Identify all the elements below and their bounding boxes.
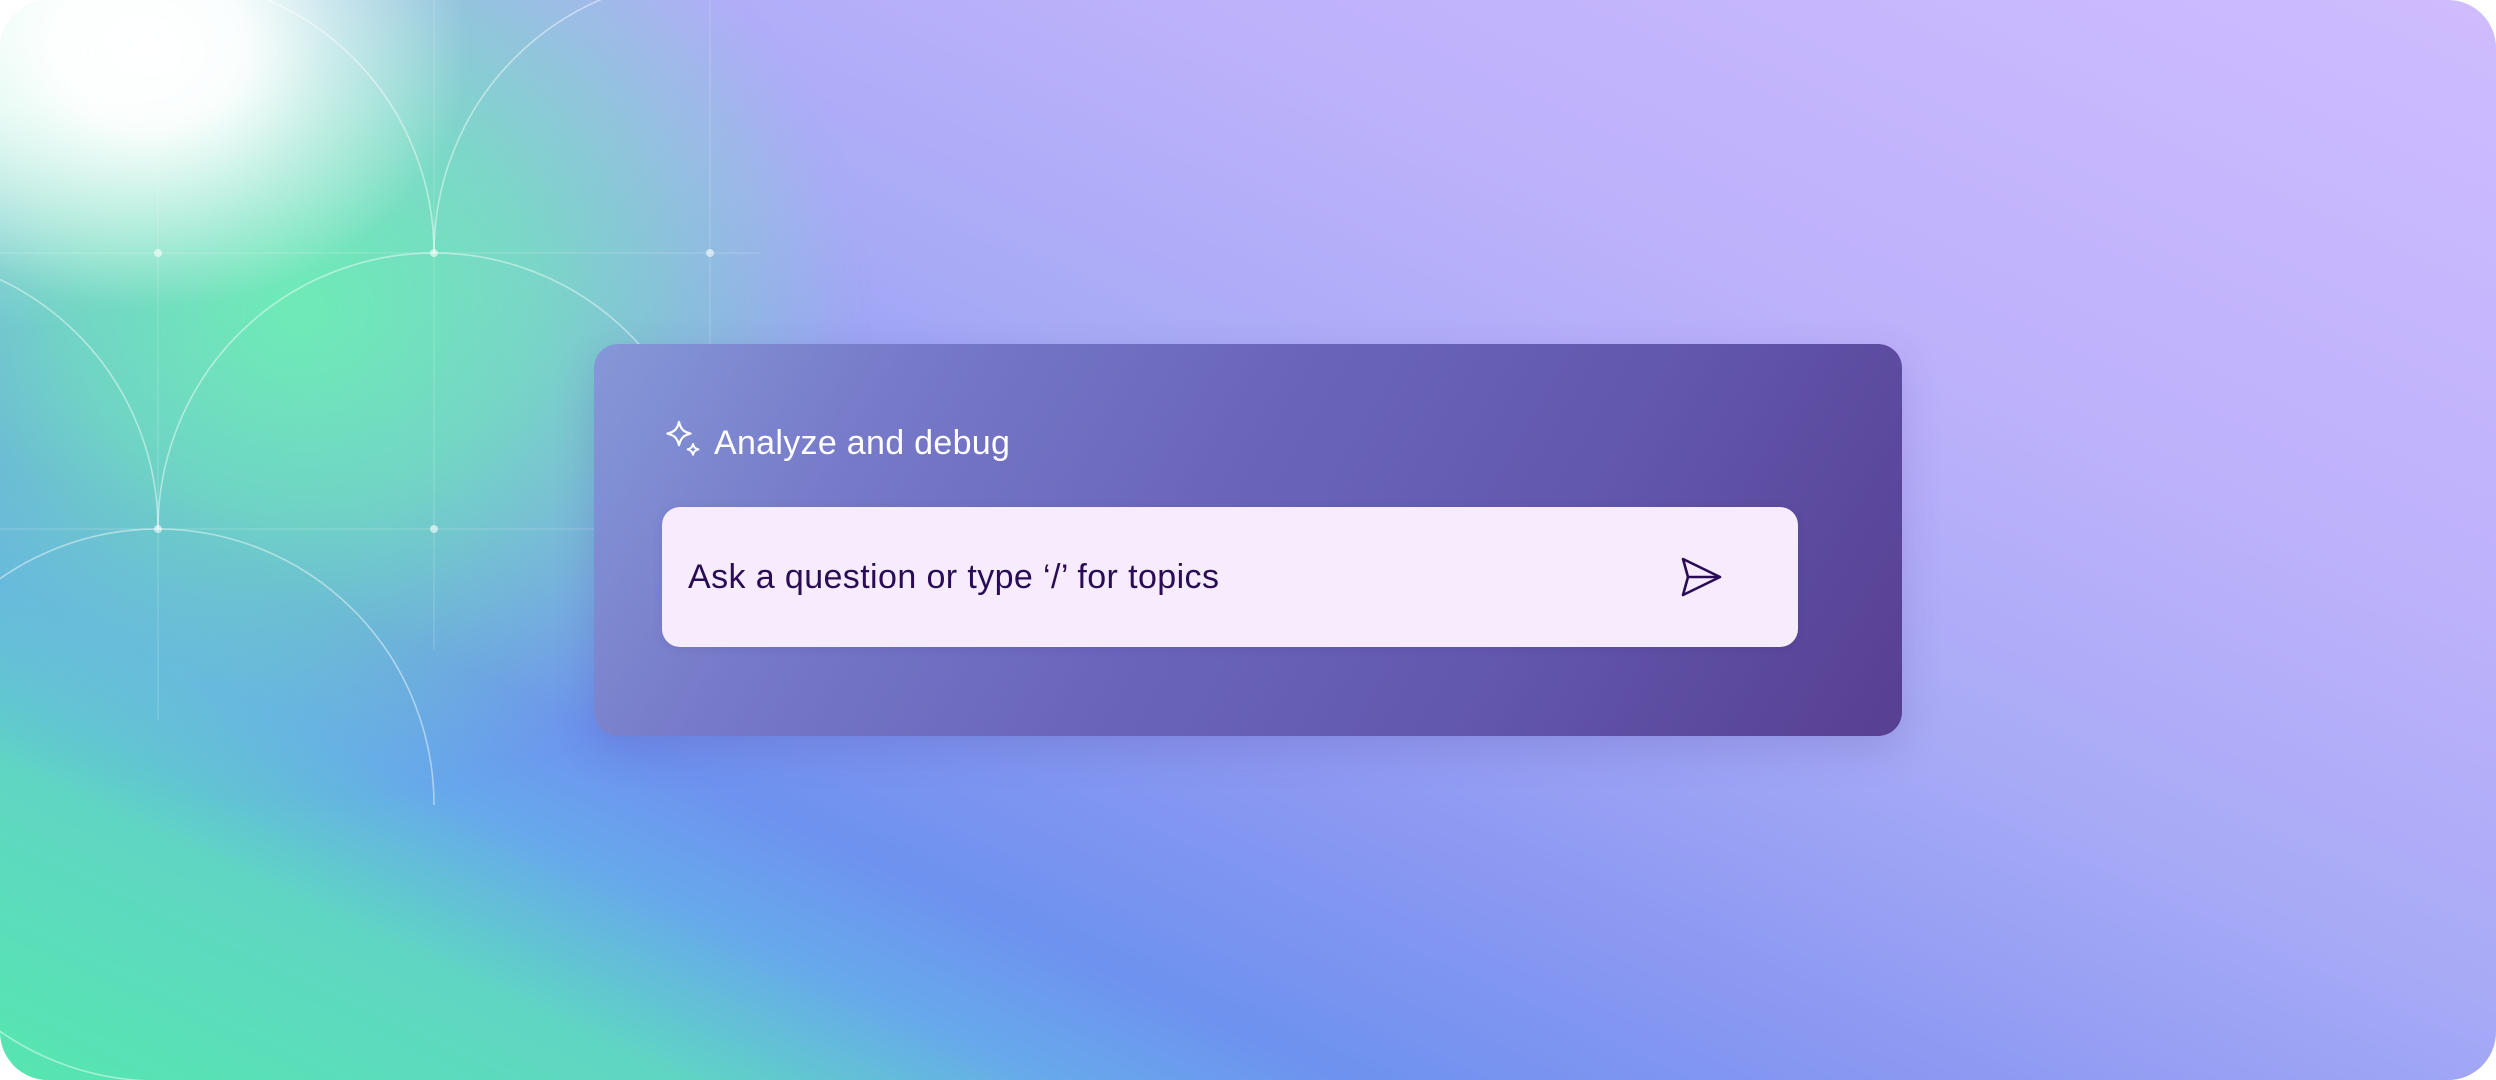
gradient-background: Analyze and debug Ask a question or type… xyxy=(0,0,2496,1080)
prompt-box[interactable]: Ask a question or type ‘/’ for topics xyxy=(662,507,1798,647)
send-icon xyxy=(1678,553,1726,601)
sparkle-icon xyxy=(660,420,704,466)
assistant-card: Analyze and debug Ask a question or type… xyxy=(594,344,1902,736)
send-button[interactable] xyxy=(1676,551,1728,603)
prompt-input[interactable]: Ask a question or type ‘/’ for topics xyxy=(688,507,1688,647)
card-header: Analyze and debug xyxy=(660,420,1010,466)
card-title: Analyze and debug xyxy=(714,424,1011,462)
